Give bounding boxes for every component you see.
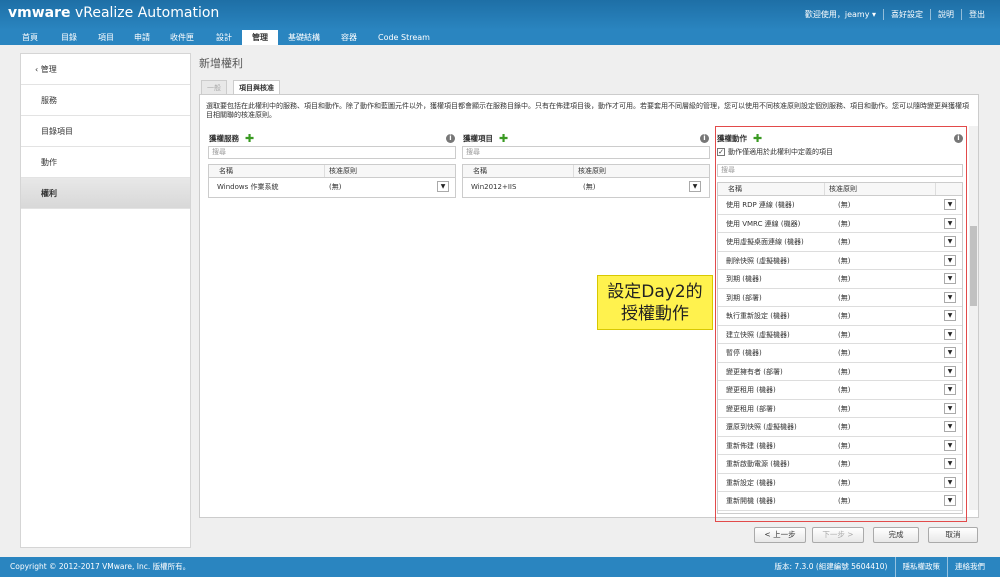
add-service-plus-icon[interactable]: ✚: [245, 133, 254, 144]
service-name: Windows 作業系統: [217, 183, 279, 191]
top-header: vmware vRealize Automation 歡迎使用，jeamy ▾ …: [0, 0, 1000, 30]
tab-general[interactable]: 一般: [201, 80, 227, 94]
items-info-icon[interactable]: i: [700, 134, 709, 143]
sidebar-item-catalog-items[interactable]: 目錄項目: [21, 116, 190, 147]
services-search-input[interactable]: 搜尋: [208, 146, 456, 159]
items-title: 獲權項目: [463, 134, 493, 143]
tab-home[interactable]: 首頁: [16, 30, 44, 45]
services-col-policy: 核准原則: [324, 165, 357, 177]
panel-scrollbar[interactable]: [969, 126, 978, 510]
footer-links: 版本: 7.3.0 (組建編號 5604410) 隱私權政策 連絡我們: [767, 557, 992, 577]
items-table-header: 名稱 核准原則: [463, 165, 709, 178]
sidebar-back-administration[interactable]: ‹ 管理: [21, 54, 190, 85]
contact-link[interactable]: 連絡我們: [947, 557, 992, 577]
footer: Copyright © 2012-2017 VMware, Inc. 版權所有。…: [0, 557, 1000, 577]
cancel-button[interactable]: 取消: [928, 527, 978, 543]
version-text: 版本: 7.3.0 (組建編號 5604410): [774, 562, 888, 571]
table-row[interactable]: Win2012+IIS (無) ▼: [463, 178, 709, 197]
tab-catalog[interactable]: 目錄: [55, 30, 83, 45]
policy-dropdown-icon[interactable]: ▼: [689, 181, 701, 192]
items-header: 獲權項目 ✚: [463, 133, 508, 144]
logout-link[interactable]: 登出: [961, 9, 992, 20]
tab-design[interactable]: 設計: [210, 30, 238, 45]
services-header: 獲權服務 ✚: [209, 133, 254, 144]
table-row[interactable]: Windows 作業系統 (無) ▼: [209, 178, 455, 197]
services-table: 名稱 核准原則 Windows 作業系統 (無) ▼: [208, 164, 456, 198]
prev-button[interactable]: < 上一步: [754, 527, 806, 543]
tab-items-approvals[interactable]: 項目與核准: [233, 80, 280, 95]
services-col-name: 名稱: [219, 167, 233, 175]
tab-infrastructure[interactable]: 基礎結構: [282, 30, 326, 45]
item-policy: (無): [583, 183, 596, 191]
sidebar-item-entitlements[interactable]: 權利: [21, 178, 190, 209]
header-links: 歡迎使用，jeamy ▾ 喜好設定 說明 登出: [798, 9, 992, 20]
items-table: 名稱 核准原則 Win2012+IIS (無) ▼: [462, 164, 710, 198]
logo-suffix: Automation: [133, 5, 220, 21]
user-menu[interactable]: 歡迎使用，jeamy ▾: [798, 9, 883, 20]
sidebar-back-label: 管理: [40, 65, 57, 74]
copyright-text: Copyright © 2012-2017 VMware, Inc. 版權所有。: [10, 562, 191, 571]
services-title: 獲權服務: [209, 134, 239, 143]
logo-brand: vmware: [8, 5, 71, 21]
items-search-input[interactable]: 搜尋: [462, 146, 710, 159]
callout-annotation: 設定Day2的 授權動作: [597, 275, 713, 330]
page-title: 新增權利: [199, 57, 243, 70]
help-link[interactable]: 說明: [930, 9, 961, 20]
vmware-logo: vmware vRealize Automation: [8, 5, 219, 21]
scrollbar-thumb[interactable]: [970, 226, 977, 306]
add-item-plus-icon[interactable]: ✚: [499, 133, 508, 144]
service-policy: (無): [329, 183, 342, 191]
items-col-name: 名稱: [473, 167, 487, 175]
tab-containers[interactable]: 容器: [335, 30, 363, 45]
tab-code-stream[interactable]: Code Stream: [372, 30, 436, 45]
services-info-icon[interactable]: i: [446, 134, 455, 143]
item-name: Win2012+IIS: [471, 183, 517, 191]
main-nav: 首頁 目錄 項目 申請 收件匣 設計 管理 基礎結構 容器 Code Strea…: [0, 30, 1000, 45]
callout-line-2: 授權動作: [621, 304, 689, 324]
tab-administration[interactable]: 管理: [242, 30, 278, 45]
callout-line-1: 設定Day2的: [607, 282, 703, 302]
privacy-link[interactable]: 隱私權政策: [894, 557, 948, 577]
tab-inbox[interactable]: 收件匣: [164, 30, 200, 45]
finish-button[interactable]: 完成: [873, 527, 919, 543]
items-col-policy: 核准原則: [573, 165, 606, 177]
logo-product: vRealize: [70, 5, 134, 21]
tab-items[interactable]: 項目: [92, 30, 120, 45]
sidebar-item-actions[interactable]: 動作: [21, 147, 190, 178]
tab-requests[interactable]: 申請: [128, 30, 156, 45]
left-sidebar: ‹ 管理 服務 目錄項目 動作 權利: [20, 53, 191, 548]
preferences-link[interactable]: 喜好設定: [883, 9, 930, 20]
policy-dropdown-icon[interactable]: ▼: [437, 181, 449, 192]
description-text: 選取要包括在此權利中的服務、項目和動作。除了動作和藍圖元件以外，獲權項目都會顯示…: [206, 102, 969, 119]
services-table-header: 名稱 核准原則: [209, 165, 455, 178]
sidebar-item-services[interactable]: 服務: [21, 85, 190, 116]
next-button[interactable]: 下一步 >: [812, 527, 864, 543]
actions-highlight-box: [715, 126, 967, 522]
